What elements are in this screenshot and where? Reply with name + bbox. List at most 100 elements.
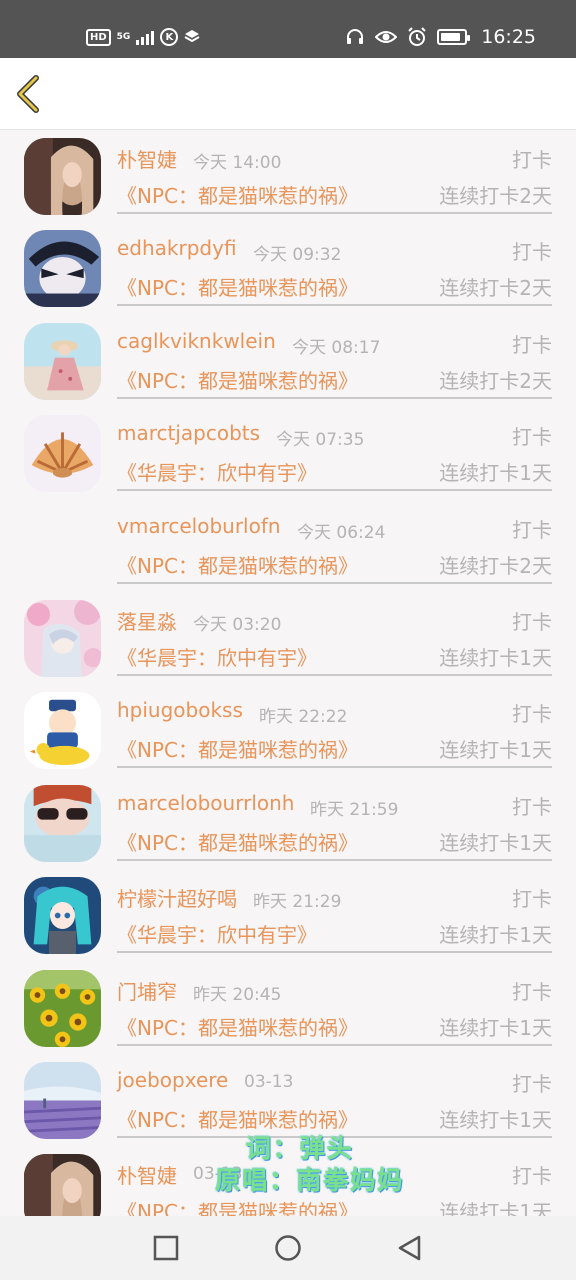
checkin-time: 今天 07:35 <box>276 430 365 451</box>
streak-count: 连续打卡1天 <box>439 645 552 670</box>
layers-icon <box>184 30 200 43</box>
user-name[interactable]: joebopxere <box>117 1068 228 1092</box>
checkin-row[interactable]: 朴智婕 今天 14:00 打卡《NPC：都是猫咪惹的祸》 连续打卡2天 <box>0 130 576 222</box>
user-name[interactable]: 柠檬汁超好喝 <box>117 883 237 912</box>
streak-count: 连续打卡2天 <box>439 368 552 393</box>
checkin-row[interactable]: marcelobourrlonh 昨天 21:59 打卡 《NPC：都是猫咪惹的祸》 连… <box>0 777 576 869</box>
avatar[interactable] <box>24 230 101 308</box>
song-title[interactable]: 《NPC：都是猫咪惹的祸》 <box>117 550 358 579</box>
battery-icon <box>437 29 471 45</box>
checkin-label: 打卡 <box>512 148 552 172</box>
avatar[interactable] <box>24 692 101 770</box>
row-content: 门埔窄 昨天 20:45 打卡 《NPC：都是猫咪惹的祸》 连续打卡1天 <box>117 962 552 1046</box>
song-title[interactable]: 《NPC：都是猫咪惹的祸》 <box>117 272 358 301</box>
back-button[interactable] <box>10 74 50 114</box>
checkin-label: 打卡 <box>512 332 552 357</box>
headset-icon <box>347 29 364 44</box>
checkin-label: 打卡 <box>512 517 552 542</box>
user-name[interactable]: 朴智婕 <box>117 1160 177 1189</box>
song-title[interactable]: 《NPC：都是猫咪惹的祸》 <box>117 180 358 209</box>
network-type: 5G <box>116 31 131 42</box>
row-content: 落星淼 今天 03:20 打卡《华晨宇：欣中有宇》 连续打卡1天 <box>117 592 552 676</box>
clock: 16:25 <box>481 26 536 48</box>
checkin-row[interactable]: joebopxere 03-13 打卡 《NPC：都是猫咪惹的祸》 连续打卡1天 <box>0 1054 576 1146</box>
checkin-row[interactable]: 柠檬汁超好喝 昨天 21:29 打卡 《华晨宇：欣中有宇》 连续打卡1天 <box>0 869 576 961</box>
k-app-icon: K <box>160 28 179 46</box>
user-name[interactable]: 朴智婕 <box>117 144 177 173</box>
checkin-time: 昨天 22:22 <box>259 707 348 728</box>
row-content: caglkviknkwlein 今天 08:17 打卡 《NPC：都是猫咪惹的祸》 连续… <box>117 315 552 399</box>
home-button[interactable] <box>274 1234 302 1262</box>
song-title[interactable]: 《NPC：都是猫咪惹的祸》 <box>117 827 358 856</box>
user-name[interactable]: 门埔窄 <box>117 976 177 1005</box>
checkin-row[interactable]: caglkviknkwlein 今天 08:17 打卡 《NPC：都是猫咪惹的祸》 连续… <box>0 315 576 407</box>
battery-level <box>441 33 460 41</box>
avatar[interactable] <box>24 1061 101 1139</box>
checkin-row[interactable]: 朴智婕 03-13 打卡 《NPC：都是猫咪惹的祸》 连续打卡1天 <box>0 1146 576 1216</box>
streak-count: 连续打卡2天 <box>439 184 552 208</box>
user-name[interactable]: caglkviknkwlein <box>117 329 276 353</box>
song-title[interactable]: 《华晨宇：欣中有宇》 <box>117 457 317 486</box>
row-content: marcelobourrlonh 昨天 21:59 打卡 《NPC：都是猫咪惹的祸》 连… <box>117 777 552 861</box>
row-content: 朴智婕 03-13 打卡 《NPC：都是猫咪惹的祸》 连续打卡1天 <box>117 1146 552 1216</box>
avatar[interactable] <box>24 415 101 493</box>
checkin-label: 打卡 <box>512 979 552 1004</box>
back-nav-button[interactable] <box>396 1234 424 1262</box>
song-title[interactable]: 《华晨宇：欣中有宇》 <box>117 919 317 948</box>
song-title[interactable]: 《NPC：都是猫咪惹的祸》 <box>117 734 358 763</box>
checkin-time: 今天 14:00 <box>193 153 282 173</box>
streak-count: 连续打卡1天 <box>439 1015 552 1040</box>
song-title[interactable]: 《NPC：都是猫咪惹的祸》 <box>117 365 358 394</box>
user-name[interactable]: marcelobourrlonh <box>117 791 294 815</box>
checkin-time: 今天 06:24 <box>297 522 386 543</box>
user-name[interactable]: edhakrpdyfi <box>117 236 237 260</box>
song-title[interactable]: 《NPC：都是猫咪惹的祸》 <box>117 1196 358 1216</box>
row-content: 柠檬汁超好喝 昨天 21:29 打卡 《华晨宇：欣中有宇》 连续打卡1天 <box>117 869 552 954</box>
checkin-time: 昨天 21:59 <box>310 799 399 820</box>
avatar[interactable] <box>24 969 101 1047</box>
streak-count: 连续打卡1天 <box>439 1200 552 1216</box>
back-icon <box>398 1235 421 1261</box>
row-content: hpiugobokss 昨天 22:22 打卡《NPC：都是猫咪惹的祸》 连续打卡1天 <box>117 684 552 769</box>
checkin-label: 打卡 <box>512 609 552 634</box>
eye-icon <box>375 31 398 43</box>
checkin-label: 打卡 <box>512 240 552 265</box>
row-content: 朴智婕 今天 14:00 打卡《NPC：都是猫咪惹的祸》 连续打卡2天 <box>117 130 552 214</box>
row-content: joebopxere 03-13 打卡 《NPC：都是猫咪惹的祸》 连续打卡1天 <box>117 1054 552 1138</box>
streak-count: 连续打卡2天 <box>439 553 552 578</box>
checkin-label: 打卡 <box>512 702 552 727</box>
user-name[interactable]: vmarceloburlofn <box>117 514 281 538</box>
status-bar: HD 5G K 16:25 <box>0 0 576 58</box>
checkin-row[interactable]: 门埔窄 昨天 20:45 打卡 《NPC：都是猫咪惹的祸》 连续打卡1天 <box>0 962 576 1054</box>
checkin-time: 今天 03:20 <box>193 614 282 635</box>
streak-count: 连续打卡1天 <box>439 738 552 763</box>
alarm-icon <box>408 27 426 46</box>
user-name[interactable]: marctjapcobts <box>117 421 260 445</box>
checkin-row[interactable]: hpiugobokss 昨天 22:22 打卡《NPC：都是猫咪惹的祸》 连续打卡1天 <box>0 684 576 776</box>
hd-icon: HD <box>86 28 111 46</box>
checkin-label: 打卡 <box>512 425 552 450</box>
streak-count: 连续打卡1天 <box>439 830 552 855</box>
song-title[interactable]: 《NPC：都是猫咪惹的祸》 <box>117 1104 358 1133</box>
user-name[interactable]: hpiugobokss <box>117 698 243 722</box>
row-content: marctjapcobts 今天 07:35 打卡《华晨宇：欣中有宇》 连续打卡1天 <box>117 407 552 492</box>
avatar[interactable] <box>24 138 101 215</box>
checkin-label: 打卡 <box>512 887 552 912</box>
checkin-row[interactable]: edhakrpdyfi 今天 09:32 打卡 《NPC：都是猫咪惹的祸》 连续打卡2天 <box>0 222 576 314</box>
user-name[interactable]: 落星淼 <box>117 606 177 635</box>
song-title[interactable]: 《NPC：都是猫咪惹的祸》 <box>117 1012 358 1041</box>
streak-count: 连续打卡1天 <box>439 461 552 486</box>
avatar[interactable] <box>24 599 101 677</box>
recent-apps-button[interactable] <box>152 1234 180 1262</box>
avatar[interactable] <box>24 877 101 955</box>
avatar[interactable] <box>24 322 101 400</box>
checkin-row[interactable]: 落星淼 今天 03:20 打卡《华晨宇：欣中有宇》 连续打卡1天 <box>0 592 576 684</box>
checkin-row[interactable]: marctjapcobts 今天 07:35 打卡《华晨宇：欣中有宇》 连续打卡1天 <box>0 407 576 499</box>
checkin-row[interactable]: vmarceloburlofn 今天 06:24 打卡《NPC：都是猫咪惹的祸》 连续… <box>0 500 576 592</box>
status-right: 16:25 <box>345 22 536 52</box>
avatar[interactable] <box>24 1154 101 1216</box>
song-title[interactable]: 《华晨宇：欣中有宇》 <box>117 642 317 671</box>
checkin-list[interactable]: 朴智婕 今天 14:00 打卡 《NPC：都是猫咪惹的祸》 连续打卡2天 edhakrpd… <box>0 130 576 1216</box>
nav-bar <box>0 1216 576 1280</box>
avatar[interactable] <box>24 784 101 862</box>
